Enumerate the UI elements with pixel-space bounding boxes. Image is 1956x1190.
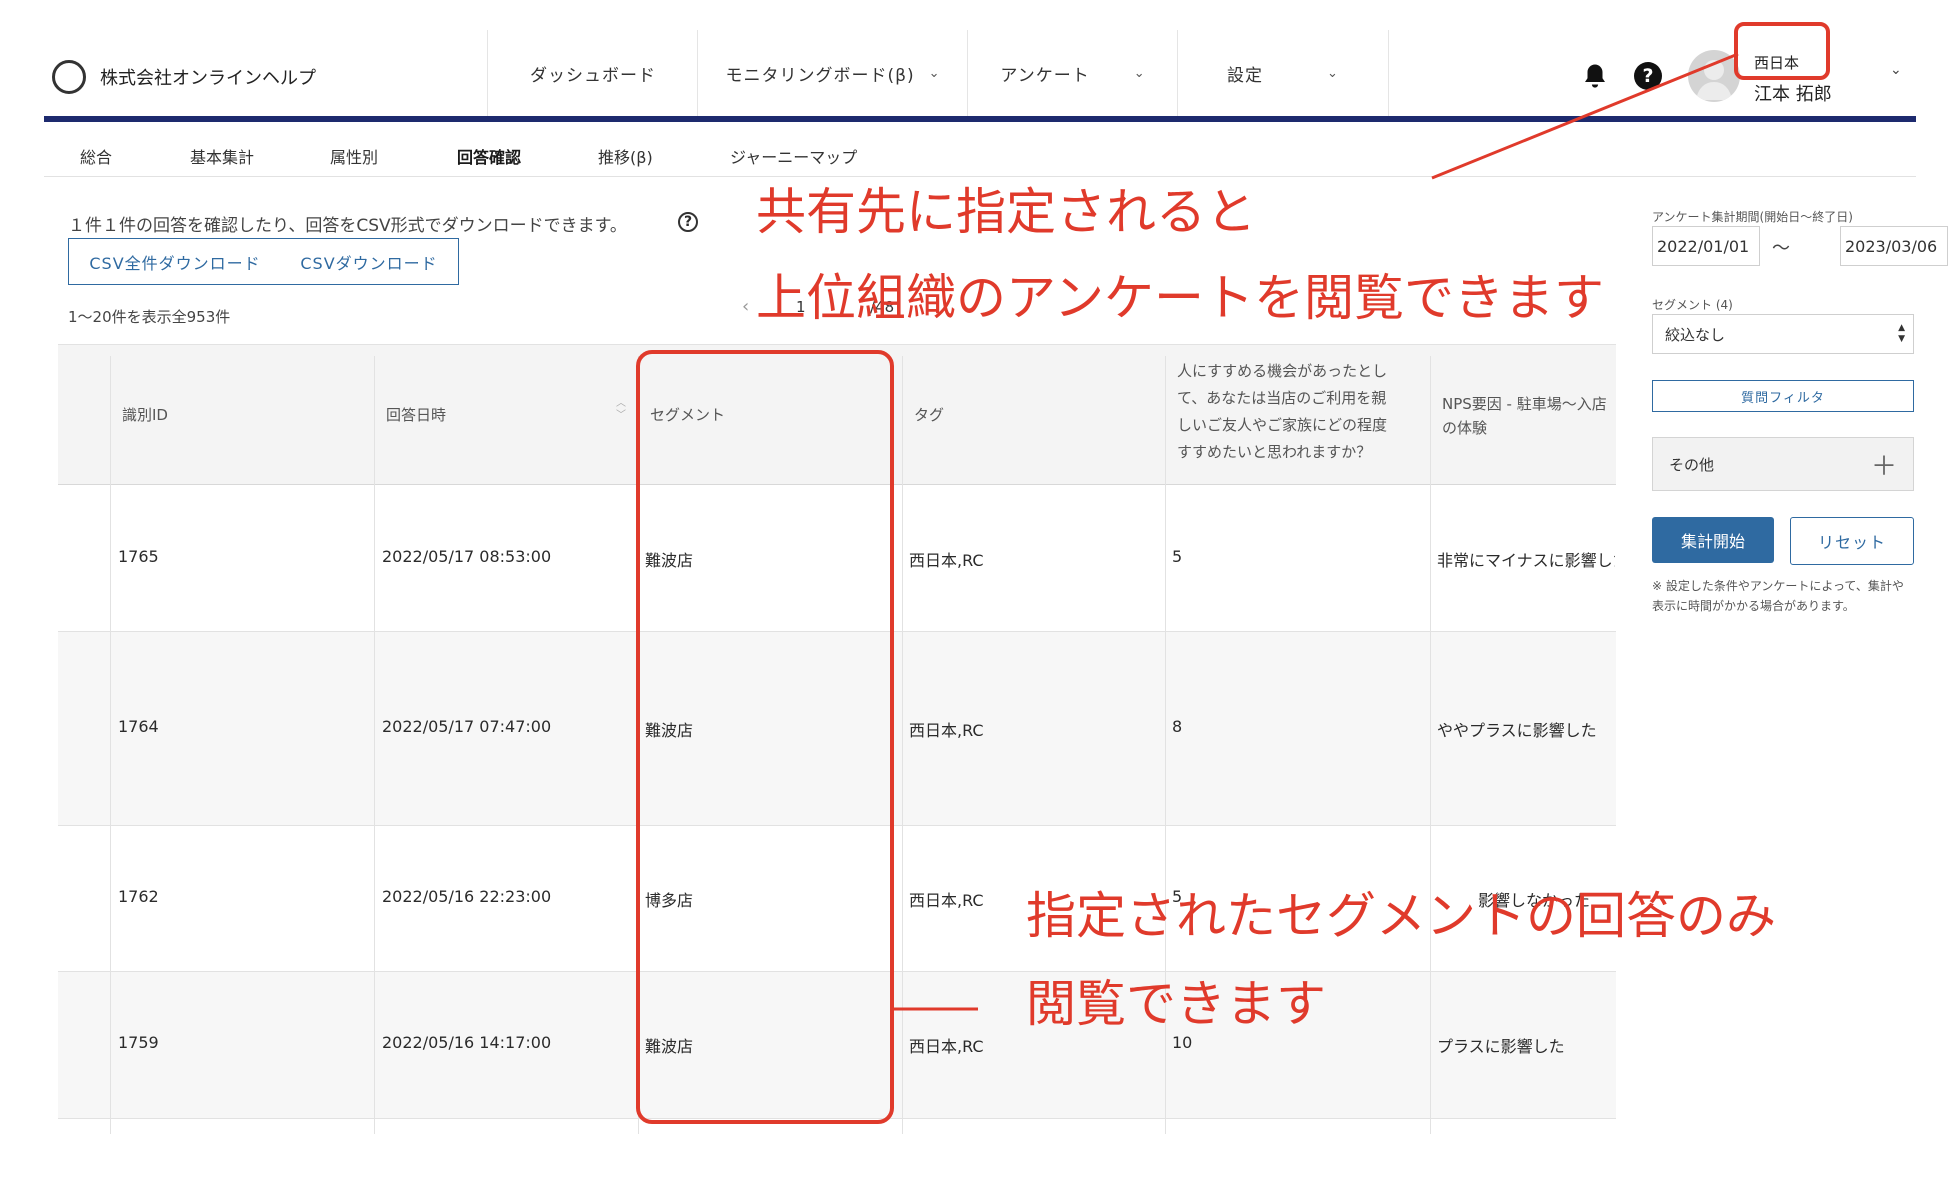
annotation-box-segment xyxy=(636,350,894,1124)
annotation-text-bottom-2: 閲覧できます xyxy=(1026,975,1326,1033)
annotation-box-user xyxy=(1734,22,1830,80)
annotation-text-top-2: 上位組織のアンケートを閲覧できます xyxy=(756,269,1604,327)
annotation-arrow-user xyxy=(1431,52,1739,180)
annotation-text-bottom-1: 指定されたセグメントの回答のみ xyxy=(1026,887,1776,945)
annotation-text-top-1: 共有先に指定されると xyxy=(756,183,1256,241)
